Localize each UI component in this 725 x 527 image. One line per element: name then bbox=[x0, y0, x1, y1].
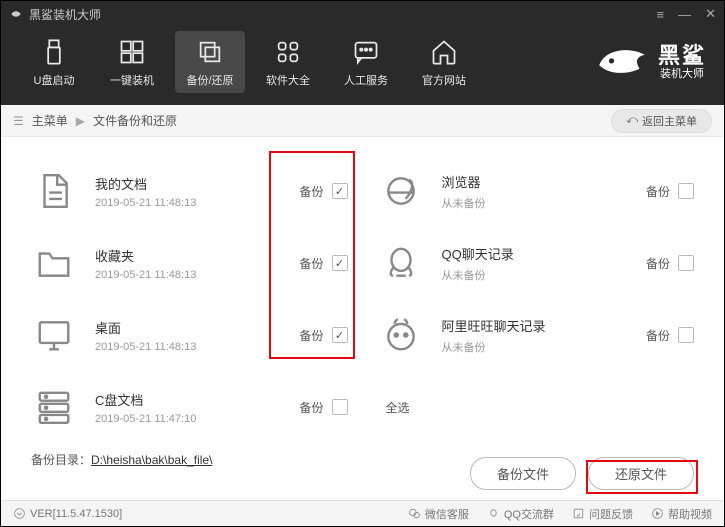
chevron-circle-icon bbox=[13, 507, 26, 520]
tool-usb[interactable]: U盘启动 bbox=[19, 31, 89, 93]
item-aliwangwang: 阿里旺旺聊天记录从未备份 备份 bbox=[378, 299, 695, 371]
status-qq-group[interactable]: QQ交流群 bbox=[487, 506, 554, 522]
tool-support[interactable]: 人工服务 bbox=[331, 31, 401, 93]
backup-dir-label: 备份目录： bbox=[31, 451, 91, 468]
window-controls: ≡ — ✕ bbox=[657, 6, 717, 22]
copy-icon bbox=[196, 36, 224, 68]
checkbox[interactable] bbox=[332, 183, 348, 199]
close-icon[interactable]: ✕ bbox=[705, 6, 716, 22]
checkbox[interactable] bbox=[678, 255, 694, 271]
status-wechat[interactable]: 微信客服 bbox=[408, 506, 469, 522]
item-name: 我的文档 bbox=[95, 174, 299, 193]
tool-label: U盘启动 bbox=[34, 72, 75, 88]
back-label: 返回主菜单 bbox=[642, 113, 697, 129]
windows-icon bbox=[118, 36, 146, 68]
item-my-documents: 我的文档 2019-05-21 11:48:13 备份 bbox=[31, 155, 348, 227]
item-name: C盘文档 bbox=[95, 390, 299, 409]
select-all[interactable]: 全选 bbox=[378, 371, 695, 443]
breadcrumb: ☰ 主菜单 ▶ 文件备份和还原 ⤺ 返回主菜单 bbox=[1, 105, 724, 137]
breadcrumb-current: 文件备份和还原 bbox=[93, 112, 177, 129]
item-name: 浏览器 bbox=[442, 172, 646, 191]
status-feedback[interactable]: 问题反馈 bbox=[572, 506, 633, 522]
toolbar: U盘启动 一键装机 备份/还原 软件大全 人工服务 官方网站 黑鲨 装机大师 bbox=[1, 27, 724, 105]
brand-small: 装机大师 bbox=[660, 68, 704, 80]
item-name: 桌面 bbox=[95, 318, 299, 337]
titlebar: 黑鲨装机大师 ≡ — ✕ bbox=[1, 1, 724, 27]
apps-icon bbox=[274, 36, 302, 68]
tool-backup[interactable]: 备份/还原 bbox=[175, 31, 245, 93]
action-label: 备份 bbox=[646, 255, 670, 272]
item-qq-chat: QQ聊天记录从未备份 备份 bbox=[378, 227, 695, 299]
list-icon: ☰ bbox=[13, 114, 24, 128]
shark-icon bbox=[594, 38, 650, 87]
item-desktop: 桌面 2019-05-21 11:48:13 备份 bbox=[31, 299, 348, 371]
folder-icon bbox=[31, 240, 77, 286]
brand-big: 黑鲨 bbox=[658, 44, 706, 68]
tool-label: 软件大全 bbox=[266, 72, 310, 88]
breadcrumb-root[interactable]: 主菜单 bbox=[32, 112, 68, 129]
item-name: QQ聊天记录 bbox=[442, 244, 646, 263]
action-label: 备份 bbox=[299, 255, 323, 272]
tool-label: 人工服务 bbox=[344, 72, 388, 88]
home-icon bbox=[430, 36, 458, 68]
action-label: 备份 bbox=[299, 327, 323, 344]
version-text: VER[11.5.47.1530] bbox=[30, 508, 122, 520]
qq-icon bbox=[378, 240, 424, 286]
document-icon bbox=[31, 168, 77, 214]
button-bar: 备份文件 还原文件 bbox=[470, 457, 694, 490]
checkbox[interactable] bbox=[332, 399, 348, 415]
statusbar: VER[11.5.47.1530] 微信客服 QQ交流群 问题反馈 帮助视频 bbox=[1, 500, 724, 526]
server-icon bbox=[31, 384, 77, 430]
wangwang-icon bbox=[378, 312, 424, 358]
backup-dir-path[interactable]: D:\heisha\bak\bak_file\ bbox=[91, 453, 212, 467]
tool-label: 备份/还原 bbox=[186, 72, 233, 88]
item-name: 阿里旺旺聊天记录 bbox=[442, 316, 646, 335]
back-button[interactable]: ⤺ 返回主菜单 bbox=[611, 109, 712, 133]
back-arrow-icon: ⤺ bbox=[626, 114, 638, 127]
usb-icon bbox=[40, 36, 68, 68]
item-date: 从未备份 bbox=[442, 339, 646, 355]
item-date: 2019-05-21 11:48:13 bbox=[95, 269, 299, 281]
backup-button[interactable]: 备份文件 bbox=[470, 457, 576, 490]
checkbox[interactable] bbox=[678, 327, 694, 343]
tool-label: 一键装机 bbox=[110, 72, 154, 88]
content: 我的文档 2019-05-21 11:48:13 备份 收藏夹 2019-05-21… bbox=[1, 137, 724, 443]
action-label: 备份 bbox=[646, 327, 670, 344]
item-favorites: 收藏夹 2019-05-21 11:48:13 备份 bbox=[31, 227, 348, 299]
status-help[interactable]: 帮助视频 bbox=[651, 506, 712, 522]
action-label: 备份 bbox=[646, 183, 670, 200]
tool-website[interactable]: 官方网站 bbox=[409, 31, 479, 93]
tool-label: 官方网站 bbox=[422, 72, 466, 88]
ie-icon bbox=[378, 168, 424, 214]
monitor-icon bbox=[31, 312, 77, 358]
menu-icon[interactable]: ≡ bbox=[657, 7, 665, 22]
checkbox[interactable] bbox=[332, 255, 348, 271]
item-date: 2019-05-21 11:48:13 bbox=[95, 197, 299, 209]
select-all-label: 全选 bbox=[386, 399, 410, 416]
item-date: 2019-05-21 11:48:13 bbox=[95, 341, 299, 353]
item-browser: 浏览器从未备份 备份 bbox=[378, 155, 695, 227]
tool-install[interactable]: 一键装机 bbox=[97, 31, 167, 93]
tool-software[interactable]: 软件大全 bbox=[253, 31, 323, 93]
item-date: 从未备份 bbox=[442, 195, 646, 211]
action-label: 备份 bbox=[299, 399, 323, 416]
brand-logo: 黑鲨 装机大师 bbox=[594, 38, 706, 87]
item-date: 2019-05-21 11:47:10 bbox=[95, 413, 299, 425]
minimize-icon[interactable]: — bbox=[678, 7, 691, 22]
chat-icon bbox=[352, 36, 380, 68]
item-c-drive: C盘文档 2019-05-21 11:47:10 备份 bbox=[31, 371, 348, 443]
restore-button[interactable]: 还原文件 bbox=[588, 457, 694, 490]
app-title: 黑鲨装机大师 bbox=[29, 6, 657, 23]
chevron-right-icon: ▶ bbox=[76, 114, 85, 128]
action-label: 备份 bbox=[299, 183, 323, 200]
checkbox[interactable] bbox=[332, 327, 348, 343]
app-icon bbox=[9, 7, 23, 21]
item-date: 从未备份 bbox=[442, 267, 646, 283]
version: VER[11.5.47.1530] bbox=[13, 507, 122, 520]
checkbox[interactable] bbox=[678, 183, 694, 199]
item-name: 收藏夹 bbox=[95, 246, 299, 265]
